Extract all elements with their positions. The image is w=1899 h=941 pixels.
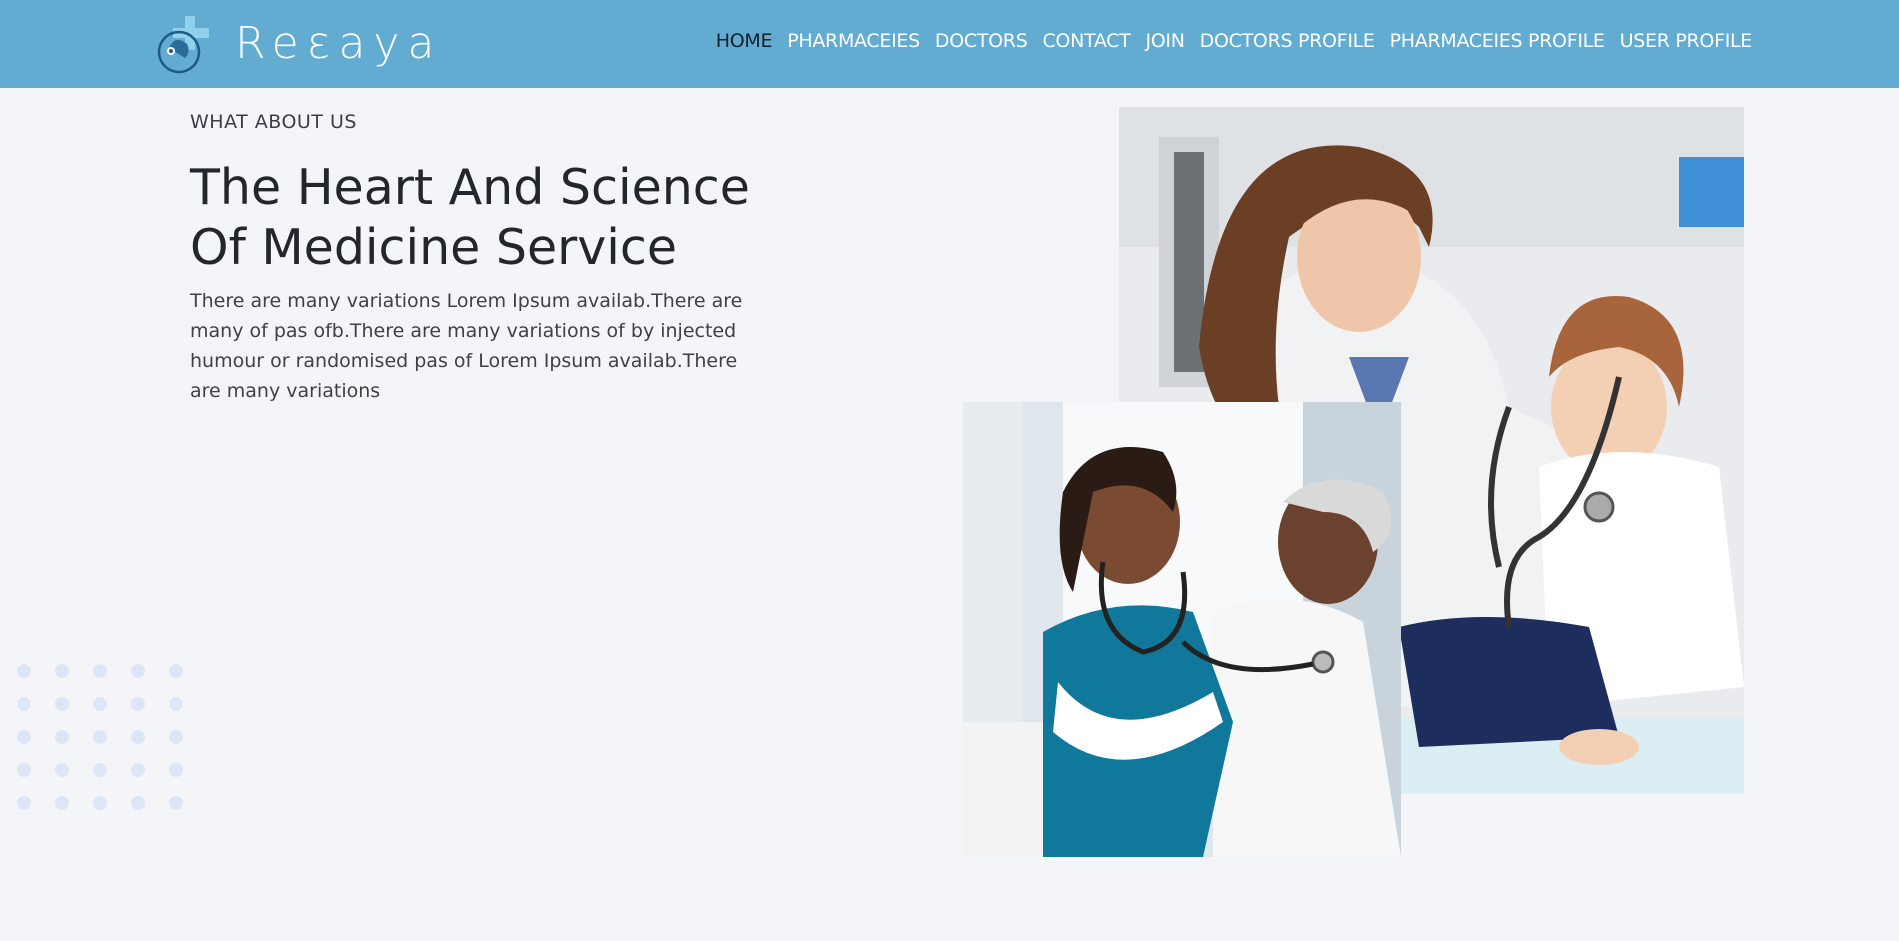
hero-description: There are many variations Lorem Ipsum av… xyxy=(190,290,743,402)
brand-logo[interactable]: Reεaya xyxy=(155,14,442,74)
nav-pharmaceies[interactable]: PHARMACEIES xyxy=(787,30,920,52)
decorative-dot-grid xyxy=(17,664,183,810)
nav-doctors-profile[interactable]: DOCTORS PROFILE xyxy=(1200,30,1375,52)
nav-join[interactable]: JOIN xyxy=(1145,30,1184,52)
nav-doctors[interactable]: DOCTORS xyxy=(935,30,1028,52)
nav-pharmaceies-profile[interactable]: PHARMACEIES PROFILE xyxy=(1390,30,1605,52)
top-navbar: Reεaya HOME PHARMACEIES DOCTORS CONTACT … xyxy=(0,0,1899,88)
brand-name: Reεaya xyxy=(235,18,443,69)
medical-cross-stethoscope-icon xyxy=(155,14,213,74)
main-nav: HOME PHARMACEIES DOCTORS CONTACT JOIN DO… xyxy=(716,30,1753,52)
hero-title: The Heart And Science Of Medicine Servic… xyxy=(190,159,750,276)
nav-home[interactable]: HOME xyxy=(716,30,773,52)
nurse-examining-elderly-woman-photo xyxy=(963,402,1401,857)
nav-contact[interactable]: CONTACT xyxy=(1042,30,1130,52)
nav-user-profile[interactable]: USER PROFILE xyxy=(1620,30,1753,52)
section-eyebrow: WHAT ABOUT US xyxy=(190,111,357,133)
